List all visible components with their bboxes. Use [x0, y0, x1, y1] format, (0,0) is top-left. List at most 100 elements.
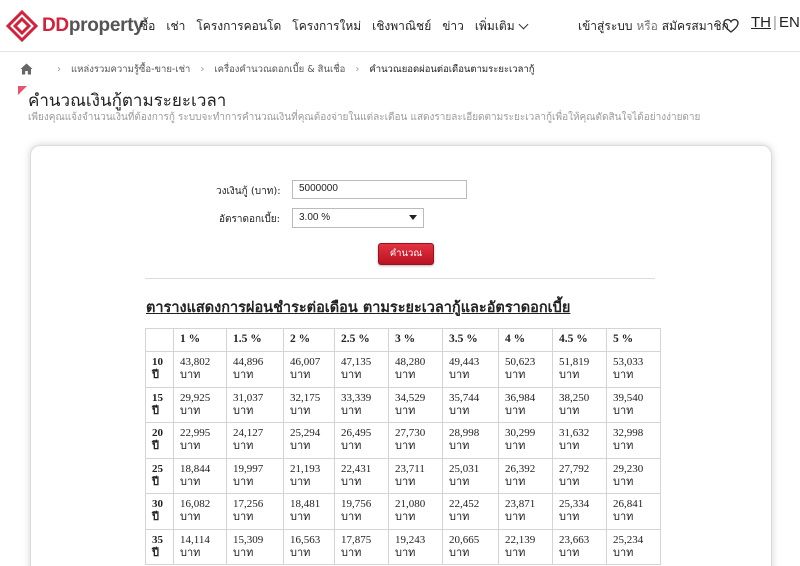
payment-cell: 46,007 บาท [283, 351, 335, 388]
payment-unit: บาท [613, 369, 634, 381]
payment-cell: 26,495 บาท [334, 422, 389, 459]
nav-news[interactable]: ข่าว [442, 17, 464, 36]
payment-unit: บาท [233, 369, 254, 381]
payment-unit: บาท [233, 404, 254, 417]
payment-amount: 29,230 [613, 462, 644, 475]
payment-unit: บาท [395, 404, 416, 417]
lang-separator: | [773, 14, 777, 31]
payment-cell: 48,280 บาท [388, 351, 443, 388]
payment-amount: 21,193 [290, 462, 321, 475]
payment-unit: บาท [341, 369, 362, 381]
favorites-heart-icon[interactable] [723, 18, 739, 34]
payment-unit: บาท [559, 546, 580, 559]
loan-amount-input[interactable]: 5000000 [292, 180, 467, 199]
payment-amount: 26,495 [341, 427, 372, 439]
table-header-cell: 2.5 % [334, 328, 389, 352]
or-text: หรือ [636, 19, 658, 33]
payment-unit: บาท [180, 511, 201, 523]
payment-unit: บาท [341, 511, 362, 523]
loan-term-cell: 10 ปี [145, 351, 174, 388]
payment-amount: 34,529 [395, 391, 426, 404]
breadcrumb-calculators[interactable]: เครื่องคำนวณดอกเบี้ย & สินเชื่อ [214, 62, 345, 77]
payment-unit: บาท [395, 475, 416, 488]
login-link[interactable]: เข้าสู่ระบบ [578, 19, 633, 33]
payment-amount: 21,080 [395, 498, 426, 510]
payment-amount: 16,082 [180, 498, 211, 510]
payment-amount: 19,756 [341, 498, 372, 510]
loan-term-years: 25 [152, 462, 163, 475]
payment-cell: 44,896 บาท [226, 351, 284, 388]
payment-amount: 35,744 [449, 391, 480, 404]
loan-term-cell: 30 ปี [145, 493, 174, 530]
breadcrumb-current: คำนวณยอดผ่อนต่อเดือนตามระยะเวลากู้ [369, 63, 535, 75]
interest-rate-value: 3.00 % [299, 212, 331, 223]
payment-cell: 18,844 บาท [173, 457, 227, 494]
breadcrumb-knowledge[interactable]: แหล่งรวมความรู้ซื้อ-ขาย-เช่า [71, 62, 190, 77]
payment-amount: 25,234 [613, 533, 644, 546]
payment-cell: 20,665 บาท [442, 528, 499, 565]
payment-unit: บาท [449, 369, 470, 381]
table-header-cell: 5 % [606, 328, 661, 352]
payment-unit: บาท [505, 546, 526, 559]
home-icon[interactable] [20, 63, 33, 75]
payment-cell: 23,711 บาท [388, 457, 443, 494]
table-header-cell: 1.5 % [226, 328, 284, 352]
table-header-cell: 3.5 % [442, 328, 499, 352]
loan-term-unit: ปี [152, 404, 159, 417]
loan-term-unit: ปี [152, 369, 159, 381]
payment-cell: 17,256 บาท [226, 493, 284, 530]
calculate-button[interactable]: คำนวณ [378, 243, 434, 265]
loan-term-cell: 25 ปี [145, 457, 174, 494]
payment-amount: 50,623 [505, 356, 536, 368]
payment-amount: 14,114 [180, 533, 210, 546]
payment-amount: 17,875 [341, 533, 372, 546]
table-header-row: 1 % 1.5 % 2 % 2.5 % 3 % 3.5 % 4 % 4.5 % … [145, 328, 661, 352]
payment-amount: 23,871 [505, 498, 536, 510]
payment-amount: 32,175 [290, 391, 321, 404]
divider [145, 278, 655, 279]
payment-amount: 19,997 [233, 462, 264, 475]
nav-commercial[interactable]: เชิงพาณิชย์ [372, 17, 431, 36]
table-header-cell: 1 % [173, 328, 227, 352]
payment-unit: บาท [505, 369, 526, 381]
payment-unit: บาท [233, 440, 254, 452]
nav-rent[interactable]: เช่า [166, 17, 185, 36]
loan-term-unit: ปี [152, 440, 159, 452]
payment-cell: 25,294 บาท [283, 422, 335, 459]
nav-condo-projects[interactable]: โครงการคอนโด [196, 17, 281, 36]
brand-logo[interactable]: DDproperty [6, 10, 144, 42]
payment-unit: บาท [290, 475, 311, 488]
payment-amount: 18,481 [290, 498, 321, 510]
breadcrumb-chevron-icon: › [355, 63, 360, 75]
nav-new-projects[interactable]: โครงการใหม่ [292, 17, 361, 36]
main-nav: ซื้อ เช่า โครงการคอนโด โครงการใหม่ เชิงพ… [140, 17, 529, 36]
payment-unit: บาท [559, 369, 580, 381]
nav-buy[interactable]: ซื้อ [140, 17, 155, 36]
payment-amount: 15,309 [233, 533, 264, 546]
payment-cell: 19,756 บาท [334, 493, 389, 530]
payment-amount: 29,925 [180, 391, 211, 404]
payment-unit: บาท [559, 440, 580, 452]
nav-more[interactable]: เพิ่มเติม [475, 17, 529, 36]
lang-en[interactable]: EN [779, 14, 800, 31]
payment-cell: 36,984 บาท [498, 386, 553, 423]
payment-amount: 26,841 [613, 498, 644, 510]
loan-term-years: 10 [152, 356, 163, 368]
lang-th[interactable]: TH [751, 14, 771, 31]
payment-amount: 24,127 [233, 427, 264, 439]
payment-cell: 22,995 บาท [173, 422, 227, 459]
table-row: 25 ปี 18,844 บาท 19,997 บาท 21,193 บาท 22,431 บาท… [145, 457, 661, 494]
register-link[interactable]: สมัครสมาชิก [662, 19, 729, 33]
payment-unit: บาท [559, 511, 580, 523]
interest-rate-select[interactable]: 3.00 % [292, 208, 424, 228]
payment-amount: 30,299 [505, 427, 536, 439]
payment-unit: บาท [341, 546, 362, 559]
payment-cell: 27,792 บาท [552, 457, 607, 494]
payment-cell: 49,443 บาท [442, 351, 499, 388]
payment-amount: 32,998 [613, 427, 644, 439]
interest-rate-label: อัตราดอกเบี้ย: [219, 214, 281, 225]
payment-unit: บาท [180, 369, 201, 381]
loan-term-unit: ปี [152, 546, 159, 559]
payment-amount: 36,984 [505, 391, 536, 404]
loan-amount-label: วงเงินกู้ (บาท): [216, 186, 281, 197]
